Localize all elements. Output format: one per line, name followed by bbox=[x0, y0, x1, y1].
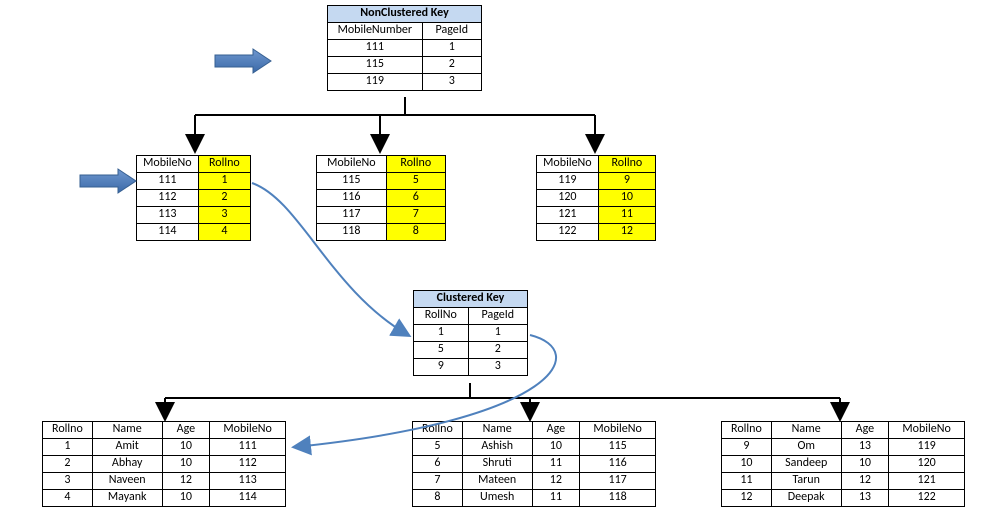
nc-leaf-page-1: MobileNo Rollno 1111 1122 1133 1144 bbox=[136, 155, 251, 241]
clustered-key-table: Clustered Key RollNo PageId 11 52 93 bbox=[413, 290, 528, 376]
clustered-key-title: Clustered Key bbox=[414, 291, 528, 308]
nonclustered-key-table: NonClustered Key MobileNumber PageId 111… bbox=[327, 5, 482, 91]
callout-arrow-icon bbox=[80, 169, 136, 193]
col-mobilenumber: MobileNumber bbox=[328, 23, 423, 40]
callout-arrow-icon bbox=[215, 49, 271, 73]
nc-leaf-page-2: MobileNo Rollno 1155 1166 1177 1188 bbox=[316, 155, 446, 241]
col-mobileno: MobileNo bbox=[137, 156, 199, 173]
data-page-3: Rollno Name Age MobileNo 9Om13119 10Sand… bbox=[721, 421, 965, 507]
data-page-2: Rollno Name Age MobileNo 5Ashish10115 6S… bbox=[412, 421, 656, 507]
col-pageid: PageId bbox=[422, 23, 481, 40]
nonclustered-key-title: NonClustered Key bbox=[328, 6, 482, 23]
data-page-1: Rollno Name Age MobileNo 1Amit10111 2Abh… bbox=[42, 421, 286, 507]
col-rollno: RollNo bbox=[414, 308, 469, 325]
col-rollno: Rollno bbox=[198, 156, 250, 173]
col-pageid: PageId bbox=[468, 308, 527, 325]
nc-leaf-page-3: MobileNo Rollno 1199 12010 12111 12212 bbox=[536, 155, 656, 241]
